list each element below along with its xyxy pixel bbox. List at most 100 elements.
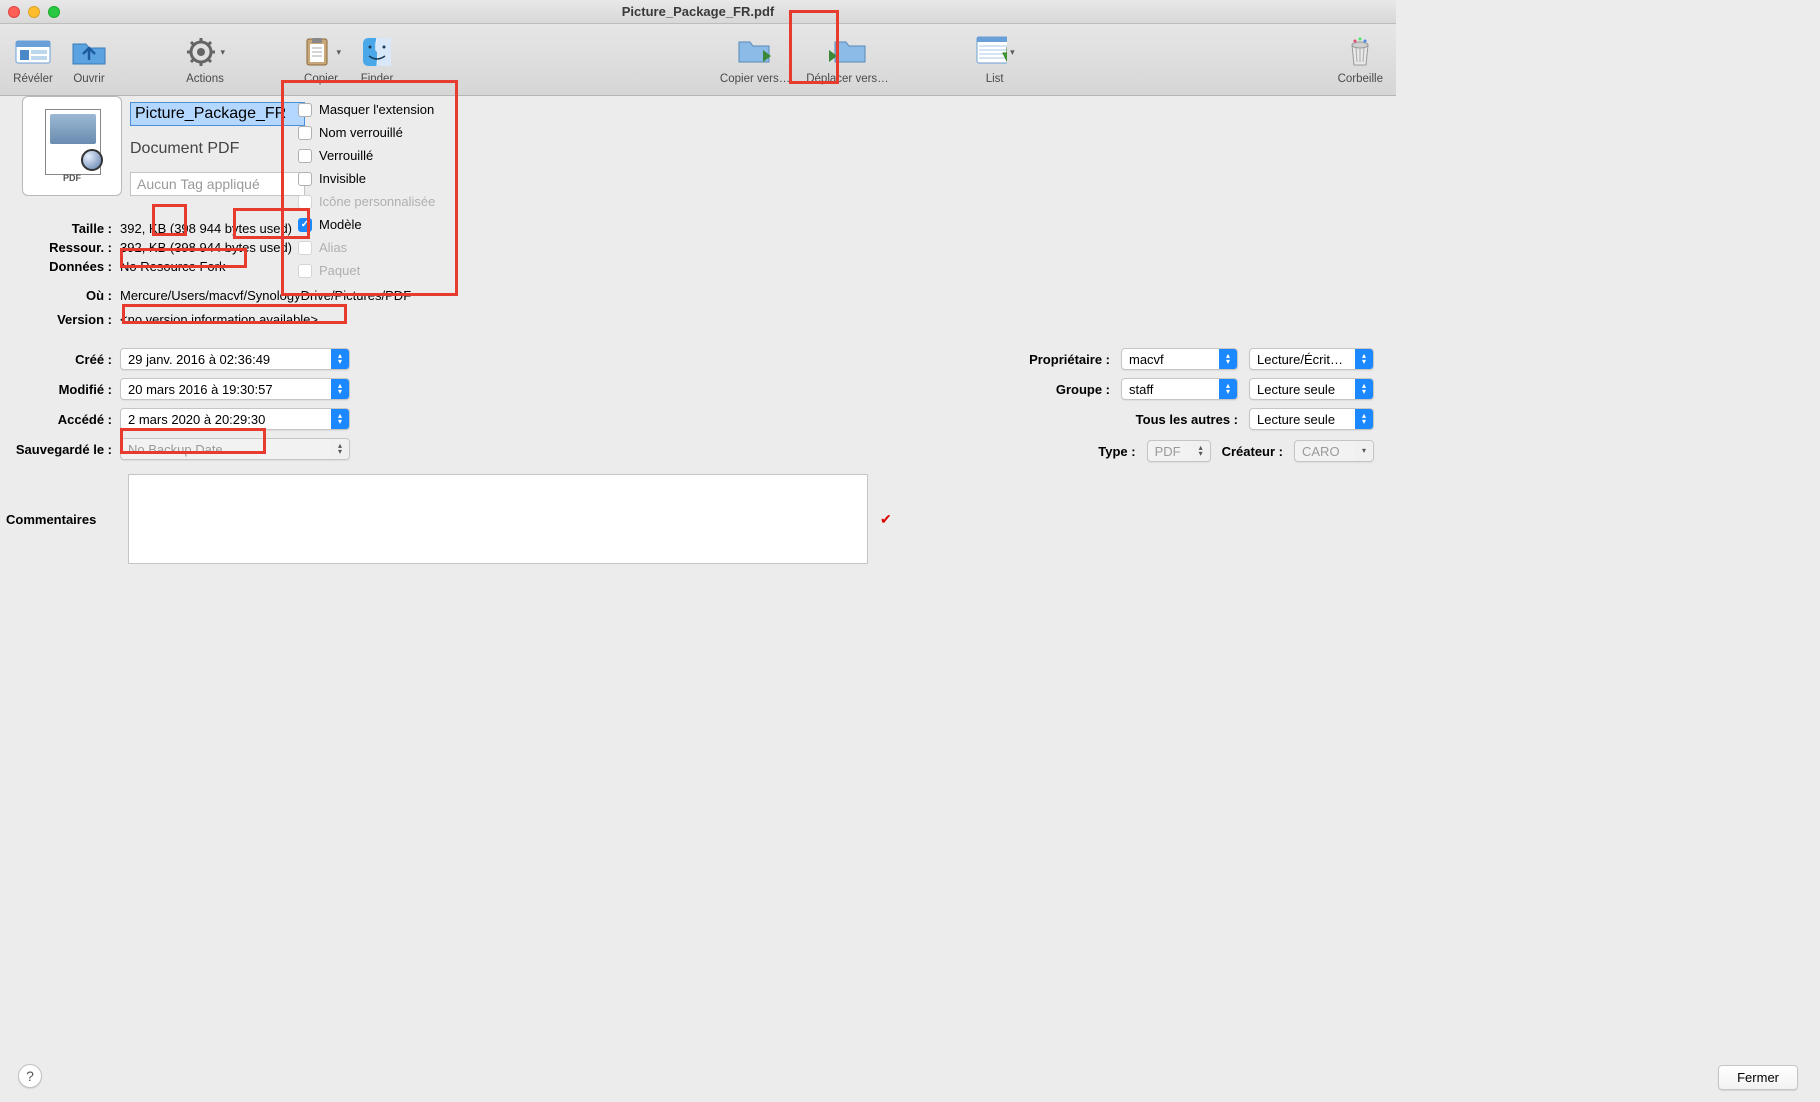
stepper-icon: ▴▾ (1219, 379, 1237, 399)
size-label: Taille : (0, 221, 120, 236)
dates-section: Créé : 29 janv. 2016 à 02:36:49 ▴▾ Modif… (0, 348, 350, 468)
hide-ext-label: Masquer l'extension (319, 102, 434, 117)
modified-select[interactable]: 20 mars 2016 à 19:30:57 ▴▾ (120, 378, 350, 400)
created-value: 29 janv. 2016 à 02:36:49 (128, 352, 270, 367)
created-select[interactable]: 29 janv. 2016 à 02:36:49 ▴▾ (120, 348, 350, 370)
modified-label: Modifié : (0, 382, 120, 397)
where-value: Mercure/Users/macvf/SynologyDrive/Pictur… (120, 288, 411, 303)
open-label: Ouvrir (73, 73, 104, 85)
main-panel: PDF Picture_Package_FR Document PDF Aucu… (0, 96, 1396, 126)
stepper-icon: ▴▾ (331, 379, 349, 399)
stepper-icon: ▴▾ (1192, 441, 1210, 461)
move-to-label: Déplacer vers… (806, 73, 888, 85)
created-label: Créé : (0, 352, 120, 367)
size-value: 392, KB (398 944 bytes used) (120, 221, 292, 236)
copy-label: Copier (304, 73, 338, 85)
custom-icon-checkbox: Icône personnalisée (298, 190, 478, 213)
custom-icon-label: Icône personnalisée (319, 194, 435, 209)
hide-extension-checkbox[interactable]: Masquer l'extension (298, 98, 478, 121)
actions-button[interactable]: ▾ Actions (182, 34, 228, 85)
close-button[interactable]: Fermer (1718, 1065, 1798, 1090)
finder-icon (357, 34, 397, 70)
creator-select: CARO ▾ (1294, 440, 1374, 462)
chevron-down-icon: ▾ (1355, 441, 1373, 461)
accessed-select[interactable]: 2 mars 2020 à 20:29:30 ▴▾ (120, 408, 350, 430)
stepper-icon: ▴▾ (331, 439, 349, 459)
group-label: Groupe : (1056, 382, 1110, 397)
reveal-button[interactable]: Révéler (10, 34, 56, 85)
type-select: PDF ▴▾ (1147, 440, 1211, 462)
chevron-down-icon: ▾ (1010, 47, 1015, 58)
open-button[interactable]: Ouvrir (66, 34, 112, 85)
backup-value: No Backup Date (128, 442, 223, 457)
owner-value: macvf (1129, 352, 1164, 367)
copy-to-label: Copier vers… (720, 73, 790, 85)
finder-label: Finder (361, 73, 394, 85)
chevron-down-icon: ▾ (220, 47, 225, 58)
help-button[interactable]: ? (18, 1064, 42, 1088)
where-label: Où : (0, 288, 120, 303)
group-value: staff (1129, 382, 1153, 397)
stepper-icon: ▴▾ (1219, 349, 1237, 369)
group-perm-select[interactable]: Lecture seule ▴▾ (1249, 378, 1374, 400)
permissions-section: Propriétaire : macvf ▴▾ Lecture/Écrit… ▴… (854, 348, 1374, 438)
list-icon: ▾ (975, 34, 1015, 70)
type-row: Type : PDF ▴▾ Créateur : CARO ▾ (1098, 440, 1374, 462)
titlebar: Picture_Package_FR.pdf (0, 0, 1396, 24)
type-label: Type : (1098, 444, 1135, 459)
stepper-icon: ▴▾ (1355, 379, 1373, 399)
info-section: Taille :392, KB (398 944 bytes used) Res… (0, 218, 411, 304)
stepper-icon: ▴▾ (1355, 349, 1373, 369)
locked-label: Verrouillé (319, 148, 373, 163)
gear-icon: ▾ (185, 34, 225, 70)
stepper-icon: ▴▾ (1355, 409, 1373, 429)
reveal-icon (13, 34, 53, 70)
everyone-label: Tous les autres : (1136, 412, 1238, 427)
backup-label: Sauvegardé le : (0, 442, 120, 457)
creator-value: CARO (1302, 444, 1340, 459)
copy-button[interactable]: ▾ Copier (298, 34, 344, 85)
accessed-label: Accédé : (0, 412, 120, 427)
actions-label: Actions (186, 73, 224, 85)
stepper-icon: ▴▾ (331, 409, 349, 429)
filename-input[interactable]: Picture_Package_FR (130, 102, 305, 126)
everyone-perm-value: Lecture seule (1257, 412, 1335, 427)
version-value: <no version information available> (120, 312, 318, 327)
folder-move-icon (827, 34, 867, 70)
group-perm-value: Lecture seule (1257, 382, 1335, 397)
file-kind: Document PDF (130, 140, 239, 158)
comments-label: Commentaires (0, 512, 120, 527)
group-select[interactable]: staff ▴▾ (1121, 378, 1238, 400)
name-locked-label: Nom verrouillé (319, 125, 403, 140)
copy-to-button[interactable]: Copier vers… (717, 34, 793, 85)
comments-textarea[interactable] (128, 474, 868, 564)
chevron-down-icon: ▾ (336, 47, 341, 58)
locked-checkbox[interactable]: Verrouillé (298, 144, 478, 167)
comments-row: Commentaires ✔ (0, 474, 1374, 564)
trash-icon (1340, 34, 1380, 70)
owner-perm-value: Lecture/Écrit… (1257, 352, 1343, 367)
creator-label: Créateur : (1222, 444, 1283, 459)
finder-button[interactable]: Finder (354, 34, 400, 85)
data-value: No Resource Fork (120, 259, 225, 274)
tag-input[interactable]: Aucun Tag appliqué (130, 172, 305, 196)
name-locked-checkbox[interactable]: Nom verrouillé (298, 121, 478, 144)
owner-label: Propriétaire : (1029, 352, 1110, 367)
list-button[interactable]: ▾ List (972, 34, 1018, 85)
clipboard-icon: ▾ (301, 34, 341, 70)
move-to-button[interactable]: Déplacer vers… (803, 34, 891, 85)
owner-select[interactable]: macvf ▴▾ (1121, 348, 1238, 370)
file-thumbnail[interactable]: PDF (22, 96, 122, 196)
owner-perm-select[interactable]: Lecture/Écrit… ▴▾ (1249, 348, 1374, 370)
version-label: Version : (0, 312, 120, 327)
version-row: Version : <no version information availa… (0, 312, 318, 327)
trash-button[interactable]: Corbeille (1335, 34, 1386, 85)
type-value: PDF (1155, 444, 1181, 459)
everyone-perm-select[interactable]: Lecture seule ▴▾ (1249, 408, 1374, 430)
reveal-label: Révéler (13, 73, 53, 85)
invisible-checkbox[interactable]: Invisible (298, 167, 478, 190)
toolbar: Révéler Ouvrir ▾ Actions ▾ Copier Finder… (0, 24, 1396, 96)
check-icon: ✔ (880, 511, 892, 528)
pdf-icon-label: PDF (63, 173, 81, 183)
trash-label: Corbeille (1338, 73, 1383, 85)
